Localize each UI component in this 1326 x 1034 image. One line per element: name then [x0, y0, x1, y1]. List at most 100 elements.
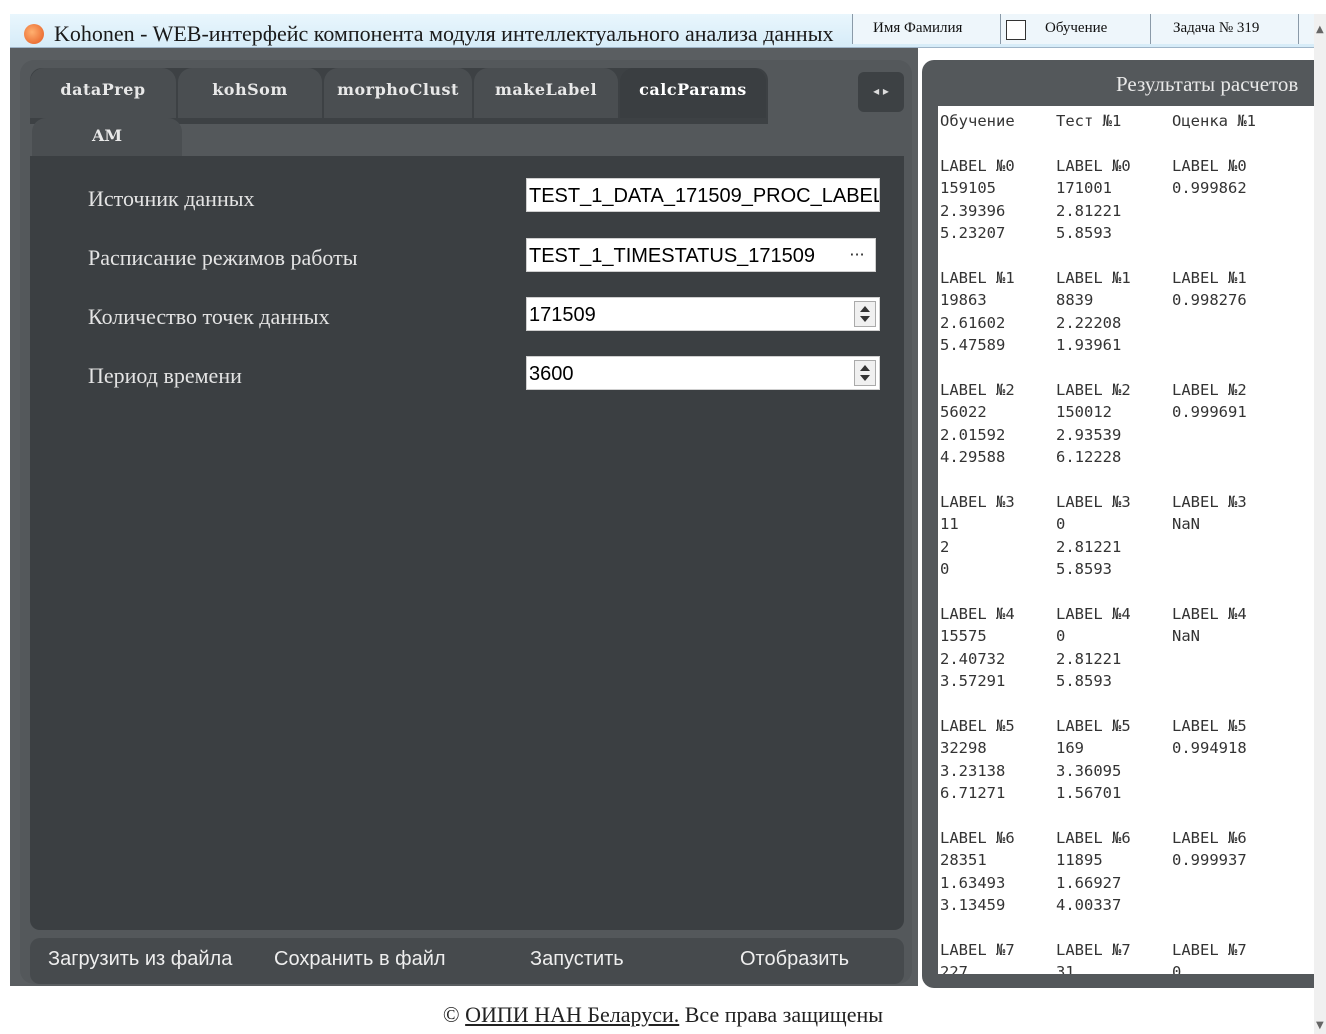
- results-spacer: [1056, 469, 1131, 491]
- results-value: LABEL №6: [1056, 829, 1131, 847]
- results-value: LABEL №3: [1172, 492, 1247, 511]
- copyright-sign: ©: [442, 1002, 460, 1027]
- run-button[interactable]: Запустить: [530, 948, 624, 971]
- results-value: 32298: [940, 739, 987, 758]
- results-value: LABEL №3: [1056, 492, 1131, 511]
- tab-morphoclust[interactable]: morphoClust: [324, 68, 472, 118]
- results-value: LABEL №7: [1172, 941, 1247, 960]
- points-field[interactable]: 171509: [526, 297, 880, 331]
- results-value: 2.61602: [940, 313, 1006, 332]
- results-spacer: [940, 469, 1015, 491]
- results-spacer: [1172, 581, 1256, 603]
- scroll-up-icon[interactable]: ▲: [1316, 24, 1324, 35]
- results-value: LABEL №0: [940, 156, 1015, 175]
- org-link[interactable]: ОИПИ НАН Беларуси.: [465, 1002, 679, 1027]
- results-empty: [1172, 670, 1256, 692]
- results-value: LABEL №1: [940, 268, 1015, 287]
- results-value: LABEL №4: [1056, 604, 1131, 623]
- results-output[interactable]: Обучение LABEL №0 159105 2.39396 5.23207 LA…: [938, 106, 1314, 974]
- results-value: 159105: [940, 179, 996, 198]
- results-column-header: Тест №1: [1056, 112, 1122, 130]
- page-scrollbar[interactable]: [1314, 14, 1326, 1034]
- footer: © ОИПИ НАН Беларуси. Все права защищены: [0, 1002, 1326, 1028]
- results-value: LABEL №2: [1172, 380, 1247, 399]
- results-value: 0: [1172, 963, 1182, 974]
- results-value: 0.999691: [1172, 403, 1247, 422]
- period-spinner-icon[interactable]: [854, 360, 876, 386]
- results-value: 3.13459: [940, 896, 1006, 915]
- results-value: 3.57291: [940, 672, 1006, 691]
- results-empty: [1172, 222, 1256, 244]
- app-title: Kohonen - WEB-интерфейс компонента модул…: [54, 21, 834, 46]
- save-to-file-button[interactable]: Сохранить в файл: [274, 948, 446, 971]
- display-button[interactable]: Отобразить: [740, 948, 849, 971]
- results-empty: [1172, 648, 1256, 670]
- results-value: 2.81221: [1056, 537, 1122, 556]
- results-value: LABEL №0: [1056, 156, 1131, 175]
- results-spacer: [940, 917, 1015, 939]
- task-number[interactable]: Задача № 319: [1150, 14, 1298, 44]
- results-value: 4.29588: [940, 448, 1006, 467]
- load-from-file-button[interactable]: Загрузить из файла: [48, 948, 232, 971]
- results-value: 2.39396: [940, 201, 1006, 220]
- results-spacer: [1172, 132, 1256, 154]
- results-value: 1.63493: [940, 873, 1006, 892]
- results-value: LABEL №6: [940, 829, 1015, 847]
- results-value: NaN: [1172, 627, 1200, 646]
- period-field[interactable]: 3600: [526, 356, 880, 390]
- results-value: 0.999937: [1172, 851, 1247, 870]
- results-spacer: [1172, 917, 1256, 939]
- results-spacer: [1172, 469, 1256, 491]
- tab-calcparams[interactable]: calcParams: [620, 68, 766, 118]
- results-value: LABEL №2: [940, 380, 1015, 399]
- results-value: 31: [1056, 963, 1075, 974]
- source-field[interactable]: TEST_1_DATA_171509_PROC_LABEL: [526, 178, 880, 212]
- results-value: LABEL №7: [940, 941, 1015, 960]
- results-value: LABEL №4: [940, 604, 1015, 623]
- results-column-header: Обучение: [940, 112, 1015, 130]
- browse-button[interactable]: ···: [842, 244, 872, 270]
- results-value: 171001: [1056, 179, 1112, 198]
- results-value: 5.8593: [1056, 672, 1112, 691]
- tab-kohsom[interactable]: kohSom: [178, 68, 322, 118]
- training-checkbox[interactable]: [1006, 20, 1026, 40]
- results-value: 2.81221: [1056, 201, 1122, 220]
- results-value: LABEL №7: [1056, 941, 1131, 960]
- results-value: 1.66927: [1056, 873, 1122, 892]
- tab-am[interactable]: AM: [32, 118, 182, 158]
- results-empty: [1172, 760, 1256, 782]
- results-value: 28351: [940, 851, 987, 870]
- results-value: 6.12228: [1056, 448, 1122, 467]
- results-spacer: [1056, 805, 1131, 827]
- results-value: 0: [1056, 515, 1066, 534]
- results-value: 3.36095: [1056, 761, 1122, 780]
- results-column-header: Оценка №1: [1172, 112, 1256, 130]
- tab-makelabel[interactable]: makeLabel: [474, 68, 618, 118]
- results-spacer: [940, 581, 1015, 603]
- results-value: 5.8593: [1056, 560, 1112, 579]
- results-value: LABEL №6: [1172, 829, 1247, 847]
- results-value: 4.00337: [1056, 896, 1122, 915]
- results-value: LABEL №3: [940, 492, 1015, 511]
- results-value: 5.8593: [1056, 224, 1112, 243]
- results-empty: [1172, 872, 1256, 894]
- results-value: 1.56701: [1056, 784, 1122, 803]
- results-spacer: [1172, 805, 1256, 827]
- user-name[interactable]: Имя Фамилия: [852, 14, 1000, 44]
- tab-dataprep[interactable]: dataPrep: [30, 68, 176, 118]
- results-spacer: [940, 132, 1015, 154]
- rights-text: Все права защищены: [684, 1002, 884, 1027]
- results-spacer: [1056, 356, 1131, 378]
- points-spinner-icon[interactable]: [854, 301, 876, 327]
- schedule-field[interactable]: TEST_1_TIMESTATUS_171509: [526, 238, 876, 272]
- results-value: 169: [1056, 739, 1084, 758]
- results-column-score: Оценка №1 LABEL №0 0.999862 LABEL №1 0.998…: [1172, 110, 1256, 974]
- results-empty: [1172, 536, 1256, 558]
- tab-scroll-arrows-icon[interactable]: ◂ ▸: [858, 72, 904, 112]
- results-value: 3.23138: [940, 761, 1006, 780]
- source-label: Источник данных: [88, 186, 255, 211]
- results-empty: [1172, 200, 1256, 222]
- results-spacer: [1172, 356, 1256, 378]
- results-value: NaN: [1172, 515, 1200, 534]
- results-spacer: [1056, 581, 1131, 603]
